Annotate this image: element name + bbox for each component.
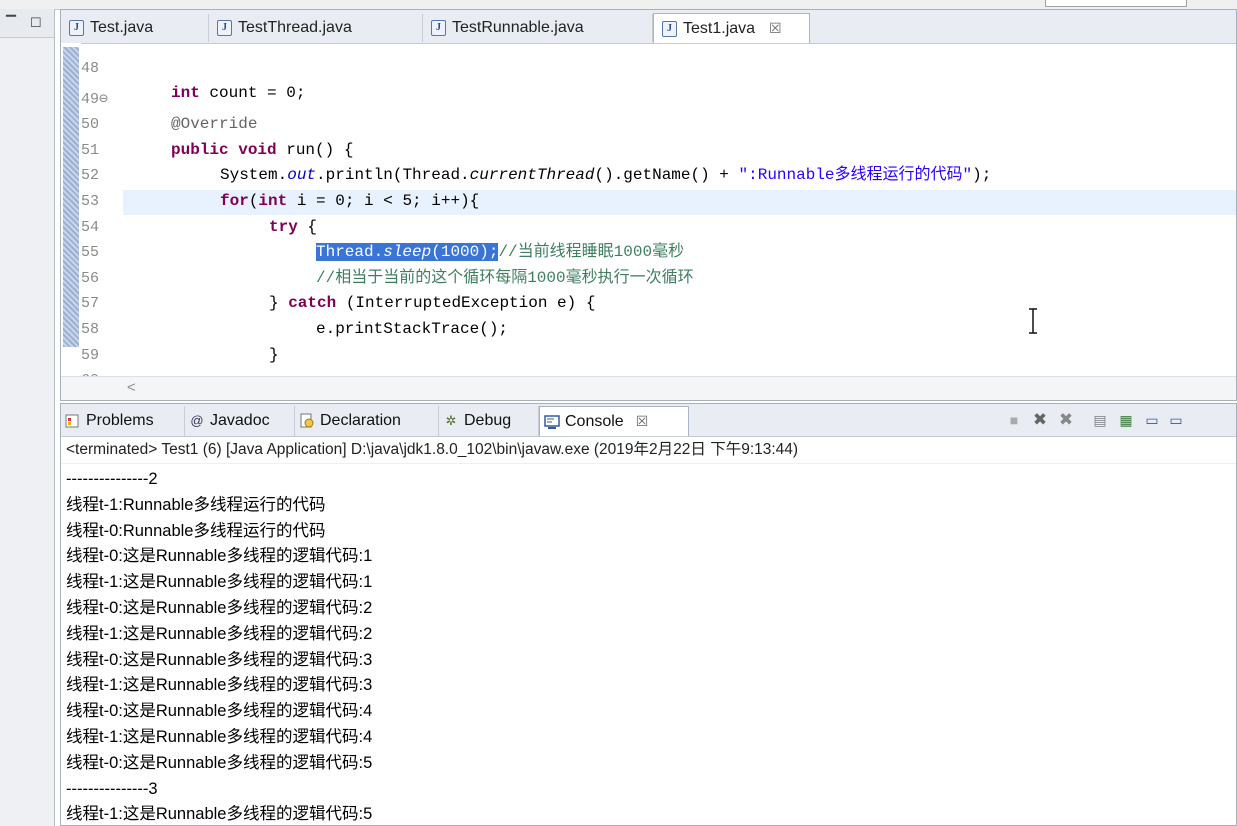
console-view: Problems @ Javadoc Declaration ✲ Debug C…: [60, 403, 1237, 826]
console-line: 线程t-0:这是Runnable多线程的逻辑代码:5: [66, 753, 373, 772]
remove-all-icon[interactable]: ✖: [1057, 411, 1075, 429]
console-line: ---------------3: [66, 779, 158, 798]
tab-console[interactable]: Console ☒: [539, 406, 689, 436]
close-tab-icon[interactable]: ☒: [769, 20, 782, 37]
code-line: 49⊖ @Override: [61, 61, 1236, 134]
show-console-icon[interactable]: ▦: [1117, 411, 1135, 429]
code-line: 55 //相当于当前的这个循环每隔1000毫秒执行一次循环: [61, 215, 1236, 287]
view-tab-bar: Problems @ Javadoc Declaration ✲ Debug C…: [61, 404, 1236, 437]
console-line: 线程t-1:这是Runnable多线程的逻辑代码:2: [66, 624, 373, 643]
minimize-icon[interactable]: ▔: [6, 16, 16, 30]
tab-declaration[interactable]: Declaration: [295, 406, 439, 436]
console-line: 线程t-1:这是Runnable多线程的逻辑代码:1: [66, 573, 373, 592]
left-side-panel: ▔ ☐: [0, 9, 55, 826]
scroll-left-icon[interactable]: <: [127, 379, 136, 396]
tab-label: Javadoc: [210, 412, 270, 429]
console-line: 线程t-0:这是Runnable多线程的逻辑代码:1: [66, 547, 373, 566]
ibeam-cursor-icon: [1028, 308, 1038, 334]
close-tab-icon[interactable]: ☒: [636, 413, 649, 430]
console-line: 线程t-0:这是Runnable多线程的逻辑代码:4: [66, 702, 373, 721]
console-output[interactable]: ---------------2 线程t-1:Runnable多线程运行的代码 …: [66, 467, 1236, 825]
problems-icon: [65, 413, 81, 429]
java-file-icon: J: [69, 20, 84, 36]
console-line: ---------------2: [66, 470, 158, 488]
tab-test-java[interactable]: J Test.java: [61, 14, 209, 42]
tab-problems[interactable]: Problems: [61, 406, 185, 436]
left-panel-header: ▔ ☐: [0, 9, 54, 38]
java-editor: J Test.java J TestThread.java J TestRunn…: [60, 9, 1237, 401]
code-line: 52 for(int i = 0; i < 5; i++){: [61, 138, 1236, 210]
code-line: 51 System.out.println(Thread.currentThre…: [61, 112, 1236, 185]
tab-label: TestThread.java: [238, 19, 352, 36]
top-field: [1045, 0, 1187, 7]
tab-label: Console: [565, 412, 624, 430]
tab-label: Test.java: [90, 19, 154, 36]
code-line: 53 try {: [61, 163, 1236, 236]
tab-test1-java[interactable]: J Test1.java ☒: [653, 13, 810, 43]
terminate-icon[interactable]: ■: [1005, 411, 1023, 429]
editor-tab-bar: J Test.java J TestThread.java J TestRunn…: [61, 10, 1236, 44]
console-line: 线程t-1:这是Runnable多线程的逻辑代码:5: [66, 805, 373, 824]
tab-label: Test1.java: [683, 19, 756, 37]
open-console-icon[interactable]: ▭: [1143, 411, 1161, 429]
javadoc-icon: @: [190, 413, 204, 428]
java-file-icon: J: [431, 20, 446, 36]
pin-console-icon[interactable]: ▭: [1167, 411, 1185, 429]
console-icon: [544, 414, 560, 430]
console-line: 线程t-1:Runnable多线程运行的代码: [66, 495, 326, 514]
maximize-icon[interactable]: ☐: [30, 16, 42, 30]
tab-javadoc[interactable]: @ Javadoc: [185, 406, 295, 436]
tab-label: Debug: [464, 412, 512, 429]
remove-launch-icon[interactable]: ✖: [1031, 411, 1049, 429]
console-line: 线程t-1:这是Runnable多线程的逻辑代码:4: [66, 727, 373, 746]
declaration-icon: [299, 413, 315, 429]
console-status: <terminated> Test1 (6) [Java Application…: [61, 437, 1236, 464]
java-file-icon: J: [662, 20, 677, 37]
debug-icon: ✲: [445, 413, 457, 428]
console-line: 线程t-1:这是Runnable多线程的逻辑代码:3: [66, 676, 373, 695]
java-file-icon: J: [217, 20, 232, 36]
console-line: 线程t-0:这是Runnable多线程的逻辑代码:3: [66, 650, 373, 669]
scroll-lock-icon[interactable]: ▤: [1091, 411, 1109, 429]
tab-testthread-java[interactable]: J TestThread.java: [209, 14, 423, 42]
console-line: 线程t-0:Runnable多线程运行的代码: [66, 521, 326, 540]
tab-label: Problems: [86, 412, 154, 429]
code-line: 48 int count = 0;: [61, 43, 1236, 103]
code-line: 58 }: [61, 291, 1236, 364]
code-line: 50 public void run() {: [61, 87, 1236, 159]
code-line: 56 } catch (InterruptedException e) {: [61, 240, 1236, 313]
horizontal-scrollbar[interactable]: <: [61, 376, 1236, 400]
code-area[interactable]: 48 int count = 0; 49⊖ @Override 50 publi…: [61, 43, 1236, 377]
code-line: 59: [61, 317, 1236, 364]
console-line: 线程t-0:这是Runnable多线程的逻辑代码:2: [66, 598, 373, 617]
tab-label: Declaration: [320, 412, 401, 429]
code-line: 60 // if(i % 2 == 0){: [61, 343, 1236, 377]
tab-testrunnable-java[interactable]: J TestRunnable.java: [423, 14, 653, 42]
code-line: 57 e.printStackTrace();: [61, 266, 1236, 338]
tab-label: TestRunnable.java: [452, 19, 584, 36]
code-line: 54 Thread.sleep(1000);//当前线程睡眠1000毫秒: [61, 189, 1236, 262]
tab-debug[interactable]: ✲ Debug: [439, 406, 539, 436]
